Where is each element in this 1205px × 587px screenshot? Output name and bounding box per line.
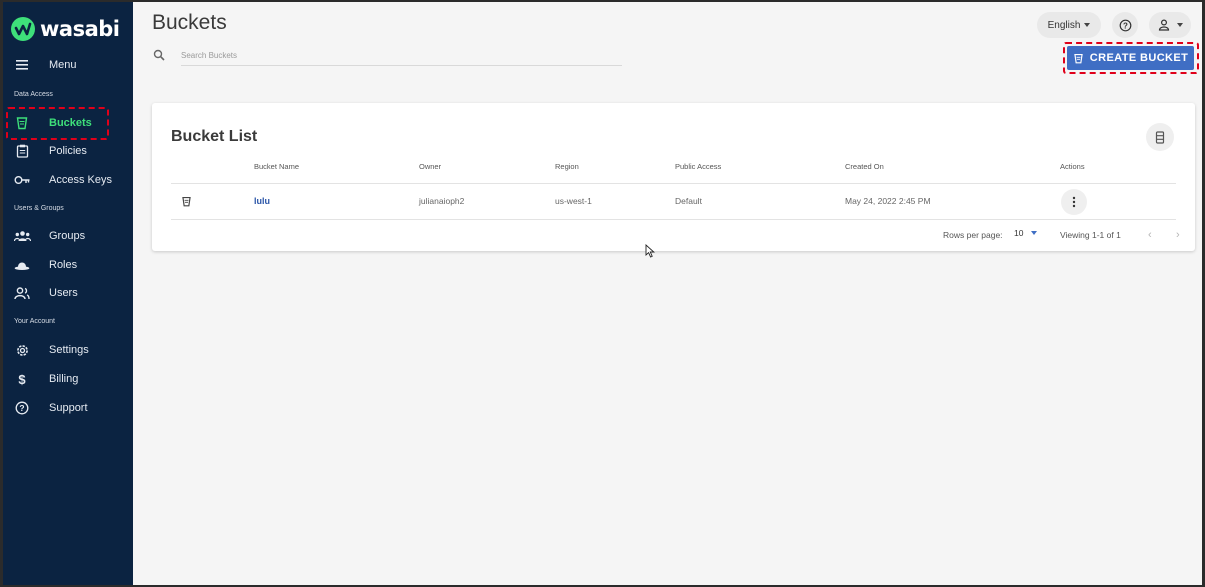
sidebar-item-billing[interactable]: $ Billing <box>3 365 133 393</box>
sidebar-item-label: Roles <box>49 259 78 271</box>
section-your-account: Your Account <box>14 318 55 325</box>
sidebar-item-settings[interactable]: Settings <box>3 336 133 364</box>
chevron-down-icon <box>1176 23 1183 27</box>
rows-per-page-value: 10 <box>1014 228 1024 238</box>
app-window: wasabi Menu Data Access Buckets Policies <box>3 2 1202 585</box>
section-data-access: Data Access <box>14 91 53 98</box>
svg-text:?: ? <box>19 403 24 413</box>
create-bucket-button[interactable]: CREATE BUCKET <box>1067 46 1194 70</box>
row-actions-button[interactable] <box>1061 189 1087 215</box>
help-icon: ? <box>1119 19 1131 31</box>
divider <box>171 219 1176 220</box>
hat-icon <box>13 256 31 274</box>
sidebar-item-label: Users <box>49 287 78 299</box>
columns-icon <box>1155 130 1165 144</box>
language-label: English <box>1047 19 1081 31</box>
column-header-public-access[interactable]: Public Access <box>675 162 721 171</box>
bucket-created-on: May 24, 2022 2:45 PM <box>845 196 931 206</box>
menu-label: Menu <box>49 59 77 71</box>
column-header-owner[interactable]: Owner <box>419 162 441 171</box>
create-bucket-label: CREATE BUCKET <box>1089 52 1189 64</box>
column-header-created-on: Created On <box>845 162 884 171</box>
user-menu[interactable] <box>1149 12 1191 38</box>
sidebar-item-label: Policies <box>49 145 87 157</box>
next-page-icon[interactable]: › <box>1176 229 1180 241</box>
key-icon <box>13 171 31 189</box>
section-users-groups: Users & Groups <box>14 205 64 212</box>
bucket-region: us-west-1 <box>555 196 592 206</box>
column-settings-button[interactable] <box>1146 123 1174 151</box>
sidebar-item-label: Support <box>49 402 88 414</box>
bucket-public-access: Default <box>675 196 702 206</box>
chevron-down-icon <box>1031 231 1038 235</box>
language-dropdown[interactable]: English <box>1037 12 1101 38</box>
help-icon: ? <box>13 399 31 417</box>
bucket-icon <box>13 114 31 132</box>
menu-toggle[interactable]: Menu <box>3 51 133 79</box>
previous-page-icon[interactable]: ‹ <box>1148 229 1152 241</box>
bucket-icon <box>181 194 192 212</box>
groups-icon <box>13 227 31 245</box>
svg-text:?: ? <box>1123 21 1128 30</box>
sidebar-item-label: Settings <box>49 344 89 356</box>
bucket-name-link[interactable]: lulu <box>254 196 270 206</box>
help-button[interactable]: ? <box>1112 12 1138 38</box>
column-header-bucket-name[interactable]: Bucket Name <box>254 162 299 171</box>
sidebar-item-label: Buckets <box>49 117 92 129</box>
pagination-status: Viewing 1-1 of 1 <box>1060 230 1121 240</box>
clipboard-icon <box>13 142 31 160</box>
search-input[interactable] <box>181 46 622 66</box>
sidebar-item-roles[interactable]: Roles <box>3 251 133 279</box>
brand-name: wasabi <box>40 17 120 41</box>
sidebar-item-access-keys[interactable]: Access Keys <box>3 166 133 194</box>
sidebar-item-buckets[interactable]: Buckets <box>3 109 133 137</box>
card-title: Bucket List <box>171 128 258 145</box>
sidebar-item-label: Billing <box>49 373 79 385</box>
more-vert-icon <box>1072 196 1076 208</box>
bucket-list-card: Bucket List Bucket Name Owner Region Pub… <box>152 103 1195 251</box>
rows-per-page-select[interactable]: 10 <box>1014 228 1038 238</box>
column-header-actions: Actions <box>1060 162 1085 171</box>
sidebar-item-groups[interactable]: Groups <box>3 222 133 250</box>
hamburger-icon <box>13 56 31 74</box>
chevron-down-icon <box>1084 23 1091 27</box>
column-header-region[interactable]: Region <box>555 162 579 171</box>
sidebar-item-policies[interactable]: Policies <box>3 137 133 165</box>
sidebar: wasabi Menu Data Access Buckets Policies <box>3 2 133 585</box>
bucket-icon <box>1074 53 1083 63</box>
user-icon <box>1158 19 1169 31</box>
sidebar-item-label: Access Keys <box>49 174 112 186</box>
sidebar-item-label: Groups <box>49 230 86 242</box>
sidebar-item-support[interactable]: ? Support <box>3 394 133 422</box>
mouse-cursor-icon <box>645 244 655 258</box>
users-icon <box>13 284 31 302</box>
divider <box>171 183 1176 184</box>
search-icon <box>153 48 167 62</box>
wasabi-logo-icon <box>11 17 35 41</box>
sidebar-item-users[interactable]: Users <box>3 279 133 307</box>
dollar-icon: $ <box>18 371 26 387</box>
wasabi-logo[interactable]: wasabi <box>10 15 120 43</box>
gear-icon <box>13 341 31 359</box>
page-title: Buckets <box>152 11 227 34</box>
bucket-owner: julianaioph2 <box>419 196 465 206</box>
rows-per-page-label: Rows per page: <box>943 230 1003 240</box>
